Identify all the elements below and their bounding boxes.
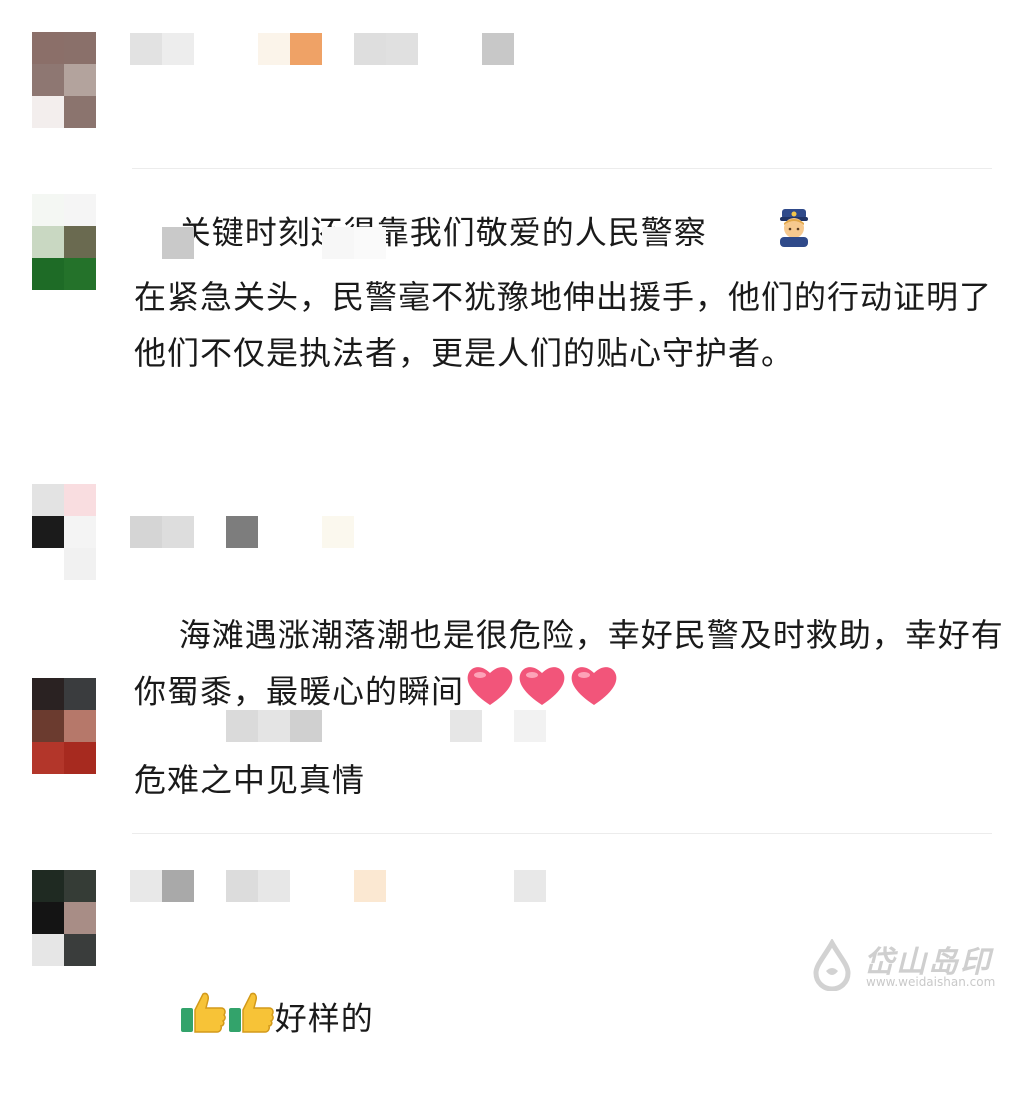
watermark: 岱山岛印 www.weidaishan.com (806, 935, 1006, 995)
avatar[interactable] (32, 32, 96, 128)
username-blurred[interactable] (130, 227, 430, 259)
username-blurred[interactable] (130, 516, 430, 548)
divider (132, 168, 992, 169)
thumbs-up-icon (227, 990, 275, 1051)
watermark-url: www.weidaishan.com (866, 975, 996, 989)
username-blurred[interactable] (130, 870, 580, 902)
comment-item: 在紧急关头，民警毫不犹豫地伸出援手，他们的行动证明了他们不仅是执法者，更是人们的… (0, 170, 1024, 470)
droplet-logo-icon (806, 937, 858, 995)
username-blurred[interactable] (130, 33, 530, 65)
username-blurred[interactable] (130, 710, 580, 742)
divider (132, 833, 992, 834)
comment-text: 危难之中见真情 (134, 761, 366, 799)
avatar[interactable] (32, 194, 96, 290)
avatar[interactable] (32, 870, 96, 966)
comment-item: 危难之中见真情 (0, 670, 1024, 840)
comment-text: 在紧急关头，民警毫不犹豫地伸出援手，他们的行动证明了他们不仅是执法者，更是人们的… (134, 278, 993, 372)
avatar[interactable] (32, 484, 96, 580)
comment-item: 关键时刻还得靠我们敬爱的人民警察 (0, 0, 1024, 252)
comment-item: 海滩遇涨潮落潮也是很危险，幸好民警及时救助，幸好有你蜀黍，最暖心的瞬间 (0, 470, 1024, 711)
avatar[interactable] (32, 678, 96, 774)
thumbs-up-icon (179, 990, 227, 1051)
